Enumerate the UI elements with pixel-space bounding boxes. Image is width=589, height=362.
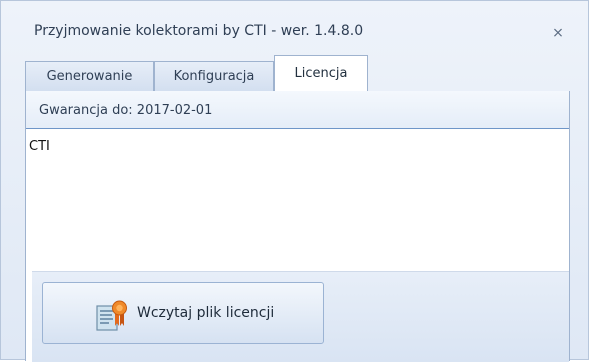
- tab-strip: Generowanie Konfiguracja Licencja: [25, 55, 570, 95]
- title-bar: Przyjmowanie kolektorami by CTI - wer. 1…: [1, 1, 588, 53]
- license-actions-area: Wczytaj plik licencji: [32, 271, 569, 362]
- tab-konfiguracja[interactable]: Konfiguracja: [154, 61, 274, 91]
- window-title: Przyjmowanie kolektorami by CTI - wer. 1…: [34, 23, 364, 39]
- license-panel: Gwarancja do: 2017-02-01 CTI Wczytaj pli…: [25, 91, 570, 362]
- load-license-button[interactable]: Wczytaj plik licencji: [42, 282, 324, 344]
- tab-licencja[interactable]: Licencja: [274, 55, 368, 91]
- certificate-icon: [96, 300, 127, 331]
- load-license-label: Wczytaj plik licencji: [137, 305, 275, 321]
- app-window: Przyjmowanie kolektorami by CTI - wer. 1…: [0, 0, 589, 362]
- license-content: CTI: [29, 139, 50, 154]
- close-icon[interactable]: ⨯: [550, 25, 566, 41]
- warranty-text: Gwarancja do: 2017-02-01: [39, 103, 213, 118]
- tab-generowanie[interactable]: Generowanie: [25, 61, 154, 91]
- warranty-header: Gwarancja do: 2017-02-01: [26, 91, 569, 129]
